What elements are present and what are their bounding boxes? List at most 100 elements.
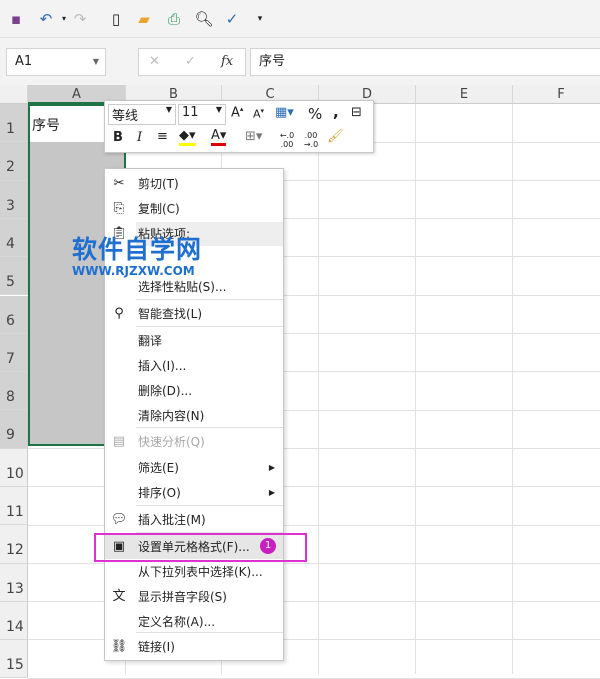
menu-item-label: 智能查找(L)	[138, 307, 203, 321]
format-painter-icon[interactable]: 🖌︎	[327, 129, 344, 144]
menu-item-3[interactable]: 选择性粘贴(S)...	[105, 275, 283, 299]
phonetic-icon: 文	[112, 589, 126, 604]
bold-button[interactable]: B	[113, 130, 123, 145]
menu-item-0[interactable]: ✂ 剪切(T)	[105, 172, 283, 196]
comment-icon: 💬︎	[110, 512, 128, 527]
watermark: 软件自学网 WWW.RJZXW.COM	[72, 230, 202, 278]
smart-lookup-icon: ⚲	[114, 306, 124, 321]
name-box-value: A1	[15, 54, 33, 69]
mini-toolbar: 等线 ▼ 11 ▼ A▴ A▾ ▦▾ % , ⊟ B I ≡ ◆▾ A▾ ⊞▾ ←.…	[104, 100, 374, 153]
column-header-f[interactable]: F	[513, 85, 600, 104]
menu-item-label: 显示拼音字段(S)	[138, 590, 227, 604]
increase-decimal-icon[interactable]: ←.0 .00	[277, 131, 297, 149]
font-name-select[interactable]: 等线 ▼	[108, 104, 176, 125]
print-preview-icon[interactable]: 🔍︎	[194, 9, 214, 29]
name-box[interactable]: A1 ▼	[6, 48, 106, 76]
undo-icon[interactable]: ↶	[36, 9, 56, 29]
row-header-8[interactable]: 8	[0, 372, 28, 411]
row-header-4[interactable]: 4	[0, 218, 28, 258]
menu-item-17[interactable]: ⛓ 链接(I)	[105, 635, 283, 659]
select-all-corner[interactable]	[0, 85, 28, 104]
borders-icon[interactable]: ⊞▾	[245, 129, 262, 144]
font-size-select[interactable]: 11 ▼	[178, 104, 226, 125]
enter-icon[interactable]: ✓	[185, 49, 196, 75]
menu-item-label: 删除(D)...	[138, 384, 193, 398]
formula-input[interactable]: 序号	[250, 48, 600, 76]
print-icon[interactable]: ⎙	[164, 9, 184, 29]
spelling-icon[interactable]: ✓	[222, 9, 242, 29]
menu-item-16[interactable]: 定义名称(A)...	[105, 610, 283, 634]
menu-separator	[136, 505, 283, 506]
formula-bar-area: A1 ▼ ✕ ✓ fx 序号	[0, 38, 600, 85]
chevron-down-icon[interactable]: ▼	[93, 49, 99, 75]
menu-item-9: ▤ 快速分析(Q)	[105, 430, 283, 454]
align-center-icon[interactable]: ≡	[157, 129, 168, 144]
cancel-icon[interactable]: ✕	[149, 49, 160, 75]
merge-cells-icon[interactable]: ⊟	[351, 105, 362, 120]
row-header-14[interactable]: 14	[0, 601, 28, 641]
font-color-icon[interactable]: A▾	[211, 128, 227, 146]
grid-line	[318, 104, 319, 674]
menu-item-7[interactable]: 删除(D)...	[105, 379, 283, 403]
menu-item-label: 复制(C)	[138, 202, 180, 216]
save-icon[interactable]: ▪	[6, 9, 26, 29]
menu-item-4[interactable]: ⚲ 智能查找(L)	[105, 302, 283, 326]
menu-item-11[interactable]: 排序(O) ▶	[105, 481, 283, 505]
row-header-1[interactable]: 1	[0, 104, 28, 143]
row-header-9[interactable]: 9	[0, 410, 28, 449]
menu-separator	[136, 299, 283, 300]
comma-style-icon[interactable]: ,	[333, 103, 339, 121]
grid-line	[512, 104, 513, 674]
decrease-font-icon[interactable]: A▾	[253, 107, 264, 121]
row-header-6[interactable]: 6	[0, 295, 28, 334]
row-header-10[interactable]: 10	[0, 448, 28, 487]
decrease-decimal-icon[interactable]: .00 →.0	[301, 131, 321, 149]
menu-item-label: 插入(I)...	[138, 359, 187, 373]
copy-icon: ⎘	[113, 201, 125, 216]
menu-item-10[interactable]: 筛选(E) ▶	[105, 456, 283, 480]
formula-content: 序号	[259, 54, 286, 69]
row-header-5[interactable]: 5	[0, 257, 28, 296]
fill-color-icon[interactable]: ◆▾	[179, 128, 196, 146]
menu-item-12[interactable]: 💬︎ 插入批注(M)	[105, 508, 283, 532]
chevron-down-icon: ▼	[215, 105, 222, 114]
column-header-e[interactable]: E	[416, 85, 513, 104]
menu-item-14[interactable]: 从下拉列表中选择(K)...	[105, 560, 283, 584]
menu-item-label: 清除内容(N)	[138, 409, 205, 423]
menu-item-5[interactable]: 翻译	[105, 329, 283, 353]
row-header-11[interactable]: 11	[0, 487, 28, 526]
menu-item-label: 链接(I)	[138, 640, 175, 654]
watermark-url: WWW.RJZXW.COM	[72, 264, 195, 278]
row-header-7[interactable]: 7	[0, 333, 28, 373]
row-header-2[interactable]: 2	[0, 142, 28, 181]
quick-analysis-icon: ▤	[112, 434, 126, 449]
submenu-arrow-icon: ▶	[268, 463, 275, 472]
italic-button[interactable]: I	[137, 130, 142, 145]
percent-icon[interactable]: %	[308, 105, 322, 123]
font-size: 11	[182, 105, 199, 120]
open-folder-icon[interactable]: ▰	[134, 9, 154, 29]
menu-item-label: 筛选(E)	[138, 461, 179, 475]
row-header-3[interactable]: 3	[0, 180, 28, 219]
menu-item-label: 插入批注(M)	[138, 513, 206, 527]
redo-icon[interactable]: ↷	[70, 9, 90, 29]
insert-function-icon[interactable]: fx	[221, 49, 233, 75]
menu-item-label: 快速分析(Q)	[138, 435, 205, 449]
menu-item-label: 选择性粘贴(S)...	[138, 280, 227, 294]
row-header-12[interactable]: 12	[0, 525, 28, 564]
increase-font-icon[interactable]: A▴	[231, 105, 243, 120]
menu-item-1[interactable]: ⎘ 复制(C)	[105, 197, 283, 221]
menu-separator	[136, 326, 283, 327]
quick-access-toolbar: ▪ ↶ ▾ ↷ ▯ ▰ ⎙ 🔍︎ ✓ ▾	[0, 0, 600, 38]
menu-item-15[interactable]: 文显示拼音字段(S)	[105, 585, 283, 609]
menu-item-label: 剪切(T)	[138, 177, 179, 191]
menu-item-8[interactable]: 清除内容(N)	[105, 404, 283, 428]
row-header-13[interactable]: 13	[0, 563, 28, 602]
grid-line	[415, 104, 416, 674]
formula-buttons: ✕ ✓ fx	[138, 48, 246, 76]
customize-toolbar-icon[interactable]: ▾	[250, 9, 270, 29]
scissors-icon: ✂	[113, 176, 125, 191]
menu-item-6[interactable]: 插入(I)...	[105, 354, 283, 378]
accounting-format-icon[interactable]: ▦▾	[275, 105, 294, 120]
new-file-icon[interactable]: ▯	[106, 9, 126, 29]
